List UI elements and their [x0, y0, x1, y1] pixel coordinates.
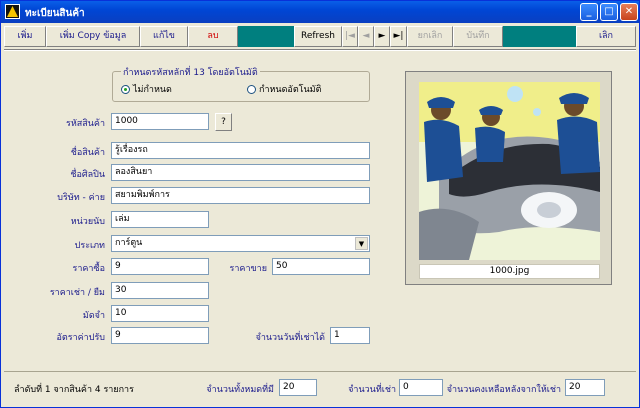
app-icon [5, 4, 20, 19]
cost-field[interactable]: 9 [111, 258, 209, 275]
product-registry-window: ทะเบียนสินค้า _ □ ✕ เพิ่ม เพิ่ม Copy ข้อ… [0, 0, 640, 408]
price-field[interactable]: 50 [272, 258, 370, 275]
name-label: ชื่อสินค้า [70, 148, 105, 158]
deposit-label: มัดจำ [82, 311, 105, 321]
delete-button[interactable]: ลบ [188, 26, 238, 47]
total-label: จำนวนทั้งหมดที่มี [206, 385, 274, 395]
minimize-button[interactable]: _ [580, 3, 598, 21]
code-field[interactable]: 1000 [111, 113, 209, 130]
name-field[interactable]: รู้เรื่องรถ [111, 142, 370, 159]
company-label: บริษัท - ค่าย [57, 193, 105, 203]
remaining-label: จำนวนคงเหลือหลังจากให้เช่า [446, 385, 561, 395]
rent-days-field[interactable]: 1 [330, 327, 370, 344]
unit-label: หน่วยนับ [70, 217, 105, 227]
toolbar-divider [4, 49, 636, 51]
artist-field[interactable]: ลองสินยา [111, 164, 370, 181]
radio-auto[interactable]: กำหนดอัตโนมัติ [247, 82, 321, 96]
total-field[interactable]: 20 [279, 379, 317, 396]
fine-label: อัตราค่าปรับ [56, 333, 105, 343]
radio-no-auto-label: ไม่กำหนด [133, 85, 172, 95]
first-record-button[interactable]: |◄ [342, 26, 358, 47]
prev-record-button[interactable]: ◄ [358, 26, 374, 47]
barcode-option-group: กำหนดรหัสหลักที่ 13 โดยอัตโนมัติ ไม่กำหน… [112, 65, 370, 102]
radio-dot-checked [121, 85, 130, 94]
type-select[interactable]: การ์ตูน ▼ [111, 235, 370, 252]
rent-days-label: จำนวนวันที่เช่าได้ [255, 333, 325, 343]
status-bar: ลำดับที่ 1 จากสินค้า 4 รายการ จำนวนทั้งห… [4, 371, 636, 401]
chevron-down-icon[interactable]: ▼ [355, 237, 368, 250]
type-select-value: การ์ตูน [115, 238, 143, 248]
maximize-icon: □ [604, 6, 614, 17]
save-button[interactable]: บันทึก [453, 26, 503, 47]
type-label: ประเภท [74, 241, 105, 251]
rent-field[interactable]: 30 [111, 282, 209, 299]
product-image-caption: 1000.jpg [419, 264, 600, 279]
price-label: ราคาขาย [229, 264, 267, 274]
unit-field[interactable]: เล่ม [111, 211, 209, 228]
next-record-button[interactable]: ► [374, 26, 390, 47]
company-field[interactable]: สยามพิมพ์การ [111, 187, 370, 204]
toolbar: เพิ่ม เพิ่ม Copy ข้อมูล แก้ไข ลบ Refresh… [4, 26, 636, 47]
radio-no-auto[interactable]: ไม่กำหนด [121, 82, 172, 96]
toolbar-spacer [238, 26, 294, 47]
radio-dot [247, 85, 256, 94]
record-position-text: ลำดับที่ 1 จากสินค้า 4 รายการ [14, 385, 134, 395]
code-lookup-button[interactable]: ? [215, 113, 232, 131]
radio-auto-label: กำหนดอัตโนมัติ [259, 85, 322, 95]
add-button[interactable]: เพิ่ม [4, 26, 46, 47]
last-record-button[interactable]: ►| [390, 26, 407, 47]
code-label: รหัสสินค้า [66, 119, 105, 129]
minimize-icon: _ [586, 6, 592, 17]
maximize-button[interactable]: □ [600, 3, 618, 21]
edit-button[interactable]: แก้ไข [140, 26, 188, 47]
rented-label: จำนวนที่เช่า [348, 385, 396, 395]
close-icon: ✕ [624, 6, 634, 17]
rent-label: ราคาเช่า / ยืม [49, 288, 105, 298]
toolbar-spacer-2 [503, 26, 576, 47]
remaining-field[interactable]: 20 [565, 379, 605, 396]
cost-label: ราคาซื้อ [72, 264, 105, 274]
rented-field[interactable]: 0 [399, 379, 443, 396]
exit-button[interactable]: เลิก [576, 26, 636, 47]
window-title: ทะเบียนสินค้า [25, 8, 85, 19]
product-image[interactable] [419, 82, 600, 260]
deposit-field[interactable]: 10 [111, 305, 209, 322]
fine-field[interactable]: 9 [111, 327, 209, 344]
artist-label: ชื่อศิลปิน [70, 170, 105, 180]
close-button[interactable]: ✕ [620, 3, 638, 21]
cancel-button[interactable]: ยกเลิก [407, 26, 453, 47]
add-copy-button[interactable]: เพิ่ม Copy ข้อมูล [46, 26, 140, 47]
title-bar: ทะเบียนสินค้า _ □ ✕ [1, 1, 639, 23]
refresh-button[interactable]: Refresh [294, 26, 342, 47]
barcode-option-title: กำหนดรหัสหลักที่ 13 โดยอัตโนมัติ [121, 65, 260, 79]
